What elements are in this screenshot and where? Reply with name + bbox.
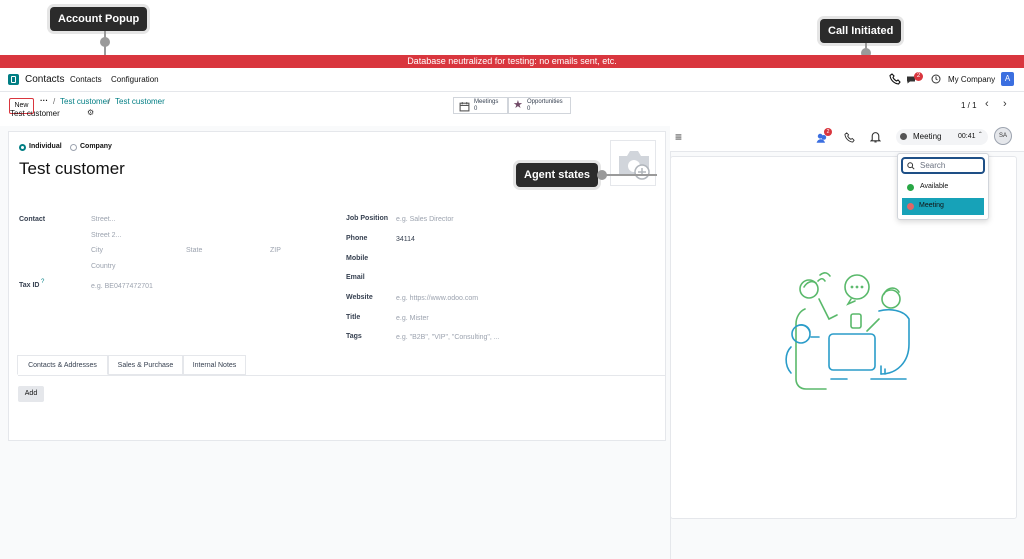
state-search-input[interactable]: Search <box>901 157 985 174</box>
breadcrumb-item-1[interactable]: Test customer <box>60 97 110 106</box>
phone-icon[interactable] <box>889 73 901 85</box>
app-name[interactable]: Contacts <box>25 74 64 85</box>
chevron-up-icon: ˆ <box>979 131 982 140</box>
meetings-smart-button[interactable]: Meetings 0 <box>453 97 508 114</box>
status-label: Meeting <box>913 132 942 141</box>
voip-toolbar: ≡ 2 Meeting 00:41 ˆ SA <box>670 126 1024 152</box>
pager-prev-icon[interactable]: ‹ <box>985 98 989 110</box>
state-input[interactable]: State <box>186 247 202 254</box>
tax-id-help-icon[interactable]: ? <box>41 279 44 285</box>
website-label: Website <box>346 294 373 301</box>
job-position-input[interactable]: e.g. Sales Director <box>396 216 454 223</box>
individual-radio[interactable] <box>19 144 26 151</box>
chat-badge: 2 <box>914 72 923 81</box>
state-option-meeting[interactable]: Meeting <box>902 198 984 215</box>
pager-area: 1 / 1 ‹ › <box>670 92 1024 126</box>
state-label-meeting: Meeting <box>919 202 944 209</box>
tax-id-input[interactable]: e.g. BE0477472701 <box>91 283 153 290</box>
support-agents-illustration <box>785 272 910 390</box>
tab-sales-purchase[interactable]: Sales & Purchase <box>108 355 183 375</box>
meeting-status-icon <box>900 133 907 140</box>
tags-label: Tags <box>346 333 362 340</box>
search-placeholder: Search <box>920 161 946 170</box>
opportunities-count: 0 <box>527 106 531 112</box>
breadcrumb-separator: / <box>53 97 56 106</box>
menu-contacts[interactable]: Contacts <box>70 75 102 84</box>
company-switcher[interactable]: My Company <box>948 75 995 84</box>
company-label: Company <box>80 143 112 150</box>
photo-placeholder[interactable] <box>610 140 656 186</box>
meeting-icon <box>907 203 914 210</box>
voip-badge: 2 <box>824 128 832 136</box>
check-circle-icon <box>907 184 914 191</box>
star-icon: ★ <box>513 99 523 111</box>
search-icon <box>907 162 915 170</box>
title-label: Title <box>346 314 361 321</box>
call-icon[interactable] <box>844 132 855 143</box>
country-input[interactable]: Country <box>91 263 116 270</box>
pager-next-icon[interactable]: › <box>1003 98 1007 110</box>
breadcrumb-item-2[interactable]: Test customer <box>115 97 165 106</box>
menu-configuration[interactable]: Configuration <box>111 75 159 84</box>
record-name: Test customer <box>10 109 60 118</box>
street-input[interactable]: Street... <box>91 216 116 223</box>
phone-label: Phone <box>346 235 368 242</box>
agent-states-callout-line <box>602 174 657 176</box>
street2-input[interactable]: Street 2... <box>91 232 121 239</box>
add-line-button[interactable]: Add <box>18 386 44 402</box>
partner-name[interactable]: Test customer <box>19 159 125 179</box>
pager-value[interactable]: 1 / 1 <box>961 101 977 110</box>
control-panel: New ··· / Test customer / Test customer … <box>0 92 670 126</box>
contacts-app-icon[interactable] <box>8 74 19 85</box>
call-initiated-callout: Call Initiated <box>820 19 902 43</box>
record-gear-icon[interactable]: ⚙ <box>87 108 94 117</box>
opportunities-smart-button[interactable]: ★ Opportunities 0 <box>508 97 571 114</box>
menu-icon[interactable]: ≡ <box>675 130 682 144</box>
state-option-available[interactable]: Available <box>903 179 985 196</box>
title-input[interactable]: e.g. Mister <box>396 315 429 322</box>
top-navbar: Contacts Contacts Configuration 2 My Com… <box>0 68 1024 92</box>
job-position-label: Job Position <box>346 215 388 222</box>
email-label: Email <box>346 274 365 281</box>
tab-contacts-addresses[interactable]: Contacts & Addresses <box>17 355 108 375</box>
agent-states-callout: Agent states <box>516 163 599 187</box>
user-initials-avatar[interactable]: SA <box>994 127 1012 145</box>
account-popup-callout: Account Popup <box>50 7 148 31</box>
website-input[interactable]: e.g. https://www.odoo.com <box>396 295 478 302</box>
agent-states-dropdown: Search Available Meeting <box>897 153 989 220</box>
state-label-available: Available <box>920 183 949 190</box>
account-popup-callout-dot <box>100 37 110 47</box>
individual-label: Individual <box>29 143 62 150</box>
agent-status-button[interactable]: Meeting 00:41 ˆ <box>896 129 988 145</box>
meetings-count: 0 <box>474 106 478 112</box>
opportunities-label: Opportunities <box>527 99 563 105</box>
contact-label: Contact <box>19 216 46 223</box>
notebook-tabs-line <box>18 375 666 376</box>
company-radio[interactable] <box>70 144 77 151</box>
calendar-icon <box>459 102 470 112</box>
neutralized-db-banner: Database neutralized for testing: no ema… <box>0 55 1024 68</box>
activity-clock-icon[interactable] <box>931 74 941 84</box>
call-timer: 00:41 <box>958 133 976 140</box>
user-avatar[interactable]: A <box>1001 72 1014 86</box>
mobile-label: Mobile <box>346 255 369 262</box>
tags-input[interactable]: e.g. "B2B", "VIP", "Consulting", ... <box>396 334 500 341</box>
tab-internal-notes[interactable]: Internal Notes <box>183 355 246 375</box>
tax-id-label: Tax ID <box>19 282 40 289</box>
city-input[interactable]: City <box>91 247 103 254</box>
breadcrumb-ellipsis[interactable]: ··· <box>40 96 48 105</box>
meetings-label: Meetings <box>474 99 499 105</box>
phone-input[interactable]: 34114 <box>396 236 415 243</box>
breadcrumb-separator-2: / <box>108 97 111 106</box>
bell-icon[interactable] <box>870 131 881 143</box>
zip-input[interactable]: ZIP <box>270 247 281 254</box>
